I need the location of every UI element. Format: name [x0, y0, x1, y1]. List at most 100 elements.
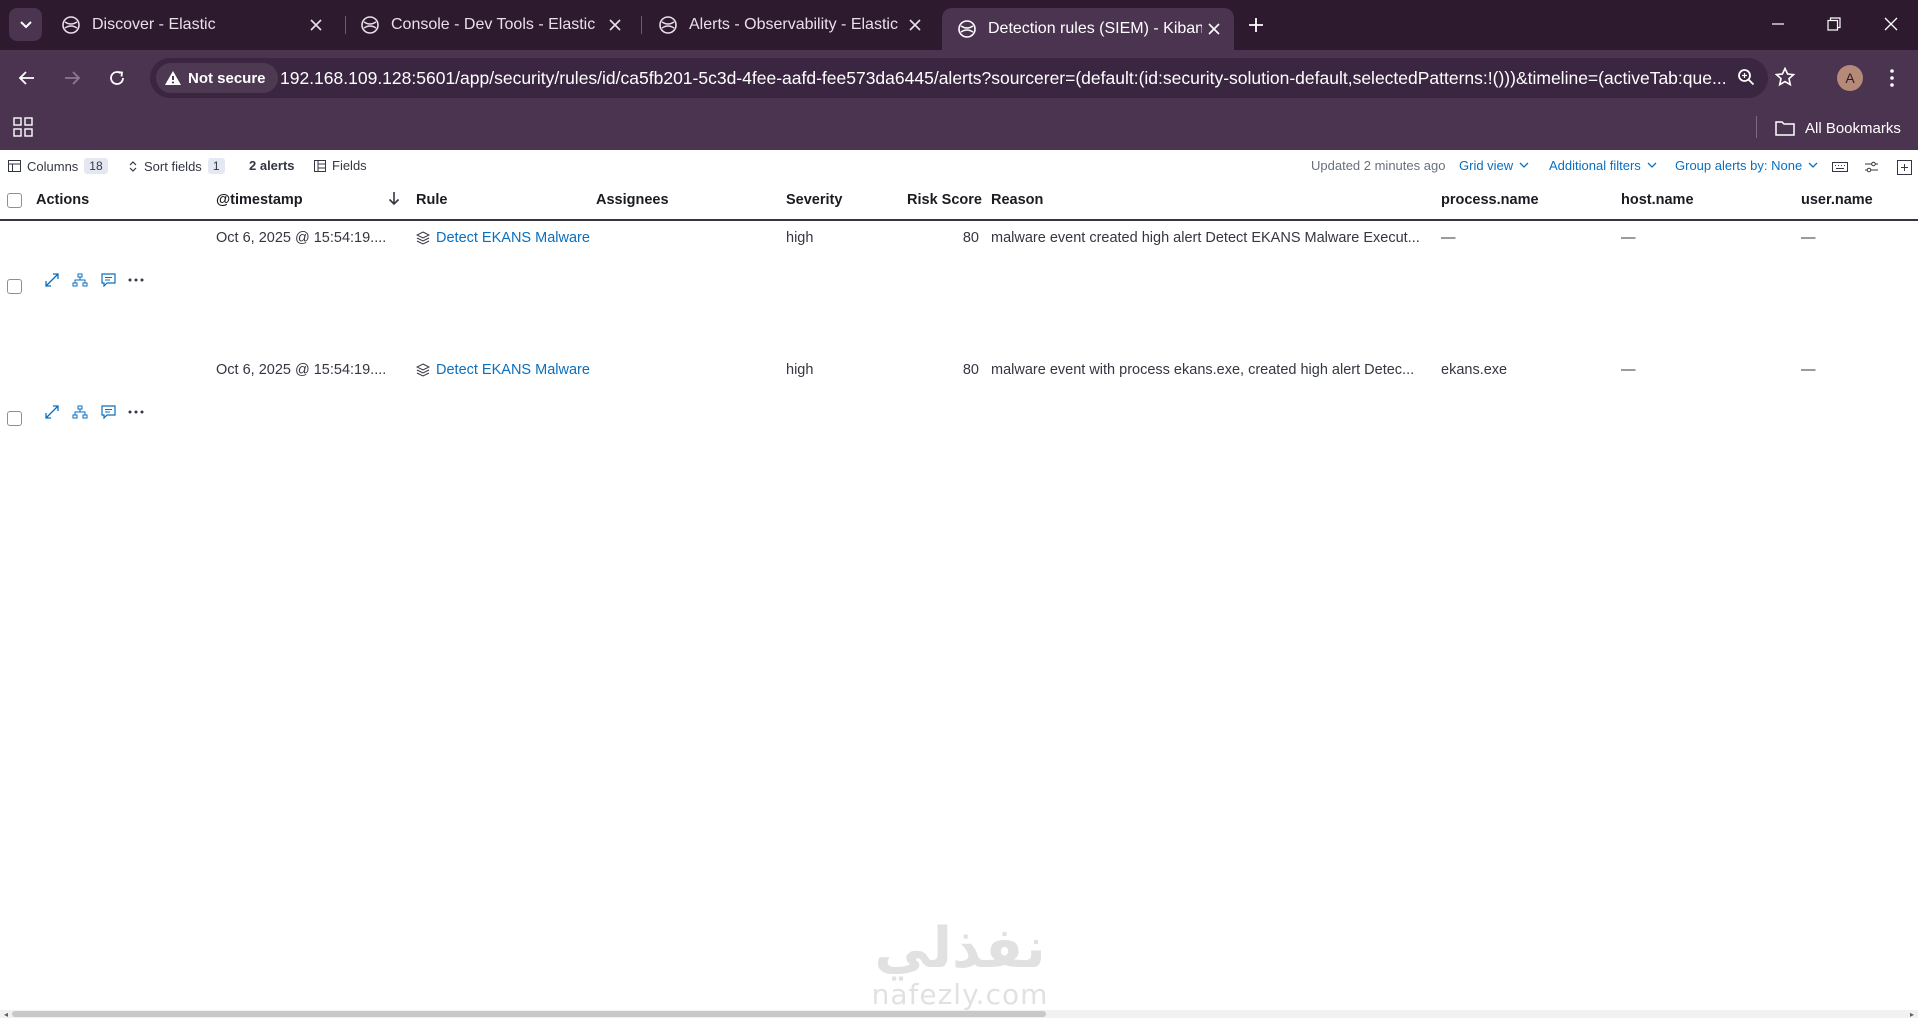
url-text[interactable]: 192.168.109.128:5601/app/security/rules/… [280, 68, 1870, 89]
add-note-icon[interactable] [94, 270, 122, 290]
close-icon [1884, 17, 1898, 31]
tab-detection-rules[interactable]: Detection rules (SIEM) - Kibana [942, 8, 1234, 50]
chevron-down-icon [1519, 162, 1529, 168]
close-window-button[interactable] [1868, 8, 1914, 40]
minimize-icon [1772, 23, 1784, 25]
column-header-risk-score[interactable]: Risk Score [907, 192, 982, 208]
reload-button[interactable] [100, 61, 134, 95]
plus-icon [1249, 18, 1263, 32]
add-note-icon[interactable] [94, 402, 122, 422]
select-all-checkbox[interactable] [7, 193, 22, 208]
columns-count-badge: 18 [84, 158, 108, 174]
horizontal-scrollbar-thumb[interactable] [12, 1011, 1046, 1017]
address-bar[interactable]: Not secure 192.168.109.128:5601/app/secu… [150, 58, 1768, 98]
sort-descending-icon[interactable] [388, 191, 400, 210]
tab-title: Discover - Elastic [92, 16, 216, 33]
column-header-host-name[interactable]: host.name [1621, 192, 1694, 208]
risk-score-cell: 80 [962, 362, 979, 378]
browser-toolbar: Not secure 192.168.109.128:5601/app/secu… [0, 50, 1918, 106]
all-bookmarks-label: All Bookmarks [1805, 119, 1901, 137]
site-info-button[interactable]: Not secure [156, 63, 278, 93]
watermark-logo: نفذلي nafezly.com [850, 918, 1070, 1018]
scroll-right-arrow-icon[interactable]: ▸ [1907, 1010, 1917, 1019]
restore-button[interactable] [1811, 8, 1857, 40]
severity-cell: high [786, 362, 814, 378]
all-bookmarks-button[interactable]: All Bookmarks [1775, 116, 1901, 140]
tab-alerts-observability[interactable]: Alerts - Observability - Elastic [643, 6, 935, 44]
tab-separator [641, 16, 642, 34]
chevron-down-icon [1647, 162, 1657, 168]
grid-view-label: Grid view [1459, 158, 1514, 173]
timestamp-cell: Oct 6, 2025 @ 15:54:19.... [216, 362, 387, 378]
forward-button[interactable] [55, 61, 89, 95]
browser-menu-button[interactable] [1880, 63, 1904, 93]
search-icon[interactable] [1733, 64, 1759, 90]
table-columns-icon [8, 160, 21, 172]
row-select-checkbox[interactable] [7, 411, 22, 426]
table-row: Oct 6, 2025 @ 15:54:19.... Detect EKANS … [0, 223, 1918, 355]
minimize-button[interactable] [1755, 8, 1801, 40]
column-header-severity[interactable]: Severity [786, 192, 842, 208]
grid-view-dropdown[interactable]: Grid view [1459, 158, 1529, 173]
watermark-arabic: نفذلي [874, 916, 1046, 981]
expand-icon[interactable] [38, 402, 66, 422]
column-header-process-name[interactable]: process.name [1441, 192, 1539, 208]
sort-fields-button[interactable]: Sort fields 1 [128, 158, 225, 174]
reload-icon [110, 71, 124, 85]
sort-count-badge: 1 [207, 158, 225, 174]
column-header-user-name[interactable]: user.name [1801, 192, 1873, 208]
tab-search-button[interactable] [9, 8, 42, 41]
row-select-checkbox[interactable] [7, 279, 22, 294]
analyze-event-icon[interactable] [66, 402, 94, 422]
bookmark-star-icon[interactable] [1772, 64, 1798, 90]
fields-button[interactable]: Fields [314, 158, 367, 173]
tab-console[interactable]: Console - Dev Tools - Elastic [345, 6, 635, 44]
fullscreen-icon[interactable] [1895, 158, 1913, 176]
more-vertical-icon [1890, 69, 1894, 87]
more-actions-icon[interactable] [122, 402, 150, 422]
sort-icon [129, 160, 137, 172]
host-name-cell: — [1621, 230, 1636, 246]
rule-link[interactable]: Detect EKANS Malware [416, 362, 591, 378]
elastic-logo-icon [359, 14, 381, 36]
column-header-reason[interactable]: Reason [991, 192, 1043, 208]
display-settings-icon[interactable] [1862, 158, 1880, 176]
group-alerts-dropdown[interactable]: Group alerts by: None [1675, 158, 1818, 173]
rule-name: Detect EKANS Malware [436, 230, 590, 246]
alerts-count: 2 alerts [249, 158, 295, 173]
scroll-left-arrow-icon[interactable]: ◂ [1, 1010, 11, 1019]
expand-icon[interactable] [38, 270, 66, 290]
updated-status: Updated 2 minutes ago [1311, 158, 1446, 173]
close-icon[interactable] [1202, 17, 1226, 41]
apps-grid-icon[interactable] [12, 116, 36, 140]
process-name-cell: — [1441, 230, 1456, 246]
column-header-rule[interactable]: Rule [416, 192, 447, 208]
restore-icon [1827, 17, 1841, 31]
additional-filters-dropdown[interactable]: Additional filters [1549, 158, 1657, 173]
more-actions-icon[interactable] [122, 270, 150, 290]
process-name-cell: ekans.exe [1441, 362, 1508, 378]
fields-label: Fields [332, 158, 367, 173]
new-tab-button[interactable] [1242, 11, 1270, 39]
columns-button[interactable]: Columns 18 [8, 158, 108, 174]
browser-tab-strip: Discover - Elastic Console - Dev Tools -… [0, 0, 1918, 50]
table-row: Oct 6, 2025 @ 15:54:19.... Detect EKANS … [0, 355, 1918, 487]
column-header-timestamp[interactable]: @timestamp [216, 192, 303, 208]
close-icon[interactable] [603, 13, 627, 37]
columns-label: Columns [27, 158, 79, 174]
host-name-cell: — [1621, 362, 1636, 378]
close-icon[interactable] [304, 13, 328, 37]
tab-discover[interactable]: Discover - Elastic [46, 6, 336, 44]
close-icon[interactable] [903, 13, 927, 37]
keyboard-shortcuts-icon[interactable] [1831, 158, 1849, 176]
rule-link[interactable]: Detect EKANS Malware [416, 230, 591, 246]
back-button[interactable] [10, 61, 44, 95]
profile-avatar[interactable]: A [1837, 65, 1863, 91]
security-status-label: Not secure [188, 69, 266, 87]
analyze-event-icon[interactable] [66, 270, 94, 290]
column-header-assignees[interactable]: Assignees [596, 192, 669, 208]
chevron-down-icon [19, 20, 32, 28]
elastic-logo-icon [657, 14, 679, 36]
tab-title: Console - Dev Tools - Elastic [391, 16, 596, 33]
column-header-actions: Actions [36, 192, 90, 208]
